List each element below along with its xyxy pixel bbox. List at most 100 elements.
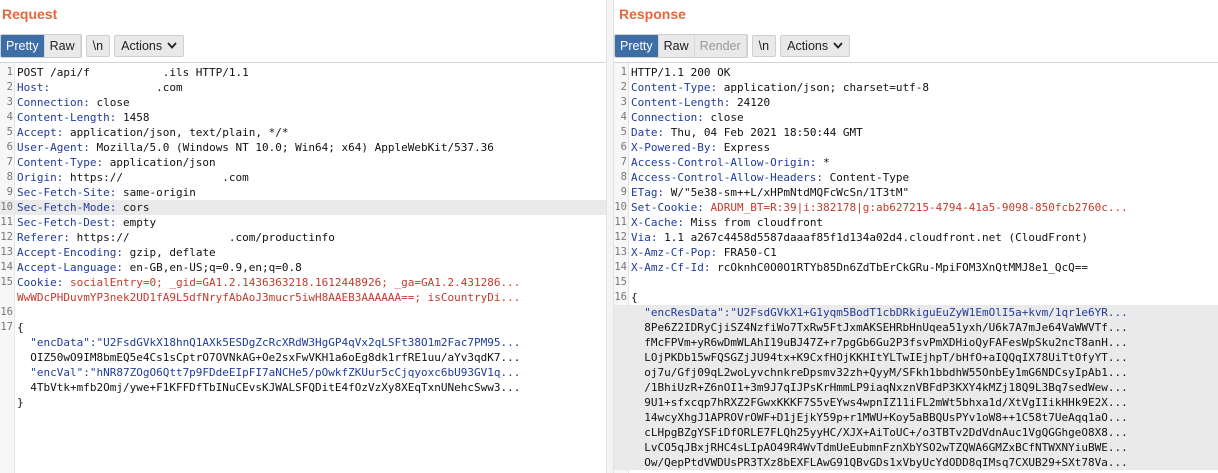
tab-raw[interactable]: Raw [44,35,81,57]
line-number: 4 [620,111,627,123]
code-line: 8 Origin: https:// .com [0,170,606,185]
header-value: 8Pe6Z2IDRyCjiSZ4NzfiWo7TxRw5FtJxmAKSEHRb… [631,321,1128,334]
code-text: /1BhiUzR+Z6nOI1+3m9J7qIJPsKrHmmLP9iaqNxz… [631,380,1127,395]
code-line: 11 X-Cache: Miss from cloudfront [614,215,1218,230]
code-text: 8Pe6Z2IDRyCjiSZ4NzfiWo7TxRw5FtJxmAKSEHRb… [631,320,1128,335]
line-number: 16 [0,306,13,318]
header-name: Access-Control-Allow-Origin: [631,156,817,169]
header-name: Access-Control-Allow-Headers: [631,171,824,184]
code-text: Sec-Fetch-Mode: cors [17,200,149,215]
tab-raw[interactable]: Raw [658,35,695,57]
header-name: Accept-Language: [17,261,123,274]
line-number: 10 [614,201,627,213]
code-text: { [631,290,638,305]
line-number: 11 [0,216,13,228]
header-value: WwWDcPHDuvmYP3nek2UD1fA9L5dfNryfAbAoJ3mu… [17,291,521,304]
request-newline-button[interactable]: \n [85,35,111,57]
code-line: "encResData":"U2FsdGVkX1+G1yqm5BodT1cbDR… [614,305,1218,320]
code-text: oj7u/Gfj09qL2woLyvchnkreDpsmv32zh+QyyM/S… [631,365,1127,380]
header-value: { [17,321,24,334]
code-line: 6 User-Agent: Mozilla/5.0 (Windows NT 10.… [0,140,606,155]
code-text: Cookie: socialEntry=0; _gid=GA1.2.143636… [17,275,520,290]
header-value: ADRUM_BT=R:39|i:382178|g:ab627215-4794-4… [703,201,1128,214]
header-name: Content-Length: [17,111,117,124]
header-value: Content-Type [823,171,910,184]
code-line: 4TbVtk+mfb2Omj/ywe+F1KFFDfTbINuCEvsKJWAL… [0,380,606,395]
code-line: 2 Host: .com [0,80,606,95]
code-text: POST /api/f .ils HTTP/1.1 [17,65,249,80]
line-number: 16 [614,291,627,303]
line-number: 10 [0,201,13,213]
response-newline-button[interactable]: \n [751,35,777,57]
code-line: cLHpgBZgYSFiDfORLE7FLQh25yyHC/XJX+AiToUC… [614,425,1218,440]
line-number: 11 [614,216,627,228]
tab-pretty[interactable]: Pretty [615,35,659,57]
code-line: 5 Accept: application/json, text/plain, *… [0,125,606,140]
code-line: LvCO5qJBxjRHC4sLIpAO49R4WvTdmUeEubmnFznX… [614,440,1218,455]
line-number: 8 [620,171,627,183]
code-line: 16 [0,305,606,320]
line-number: 6 [6,141,13,153]
line-number: 12 [614,231,627,243]
code-line: 17 { [0,320,606,335]
header-value: Thu, 04 Feb 2021 18:50:44 GMT [664,126,863,139]
header-name: Cookie: [17,276,64,289]
code-line: 9 ETag: W/"5e38-sm++L/xHPmNtdMQFcWcSn/1T3… [614,185,1218,200]
code-text: Host: .com [17,80,183,95]
header-name: Referer: [17,231,70,244]
response-actions-button[interactable]: Actions [780,35,851,57]
tab-render[interactable]: Render [694,35,747,57]
header-value: empty [116,216,157,229]
line-number: 7 [620,156,627,168]
code-line: 11 Sec-Fetch-Dest: empty [0,215,606,230]
header-value: W/"5e38-sm++L/xHPmNtdMQFcWcSn/1T3tM" [664,186,910,199]
header-value: 14wcyXhgJ1APROVrOWF+D1jEjkY59p+r1MWU+Koy… [631,411,1128,424]
code-text: { [17,320,24,335]
code-line: 5 Date: Thu, 04 Feb 2021 18:50:44 GMT [614,125,1218,140]
code-text: 9U1+sfxcqp7hRXZ2FGwxKKKF7S5vEYws4wpnIZ11… [631,395,1127,410]
request-newline-label: \n [92,39,104,53]
request-view-tabs: Pretty Raw [0,34,82,58]
line-number: 8 [6,171,13,183]
line-number: 6 [620,141,627,153]
code-line: "encVal":"hNR87ZOgO6Qtt7p9FDdeEIpFI7aNCH… [0,365,606,380]
header-value: .com [50,81,183,94]
request-toolbar: Pretty Raw \n Actions [0,34,188,58]
header-value: OIZ50wO9IM8bmEQ5e4Cs1sCptrO7OVNkAG+Oe2sx… [17,351,521,364]
request-actions-button[interactable]: Actions [114,35,185,57]
code-text: X-Amz-Cf-Pop: FRA50-C1 [631,245,777,260]
line-number: 2 [620,81,627,93]
line-number: 3 [6,96,13,108]
request-editor[interactable]: 1 POST /api/f .ils HTTP/1.1 2 Host: .com 3 Co… [0,62,606,473]
code-text: Accept: application/json, text/plain, */… [17,125,289,140]
response-panel: Response Pretty Raw Render \n Actions 1 HTT… [614,0,1218,473]
chevron-down-icon [833,36,843,56]
code-line: 9 Sec-Fetch-Site: same-origin [0,185,606,200]
header-value: cLHpgBZgYSFiDfORLE7FLQh25yyHC/XJX+AiToUC… [631,426,1128,439]
code-text: User-Agent: Mozilla/5.0 (Windows NT 10.0… [17,140,494,155]
header-value: LvCO5qJBxjRHC4sLIpAO49R4WvTdmUeEubmnFznX… [631,441,1128,454]
header-name: Connection: [631,111,704,124]
header-name: Accept-Encoding: [17,246,123,259]
code-line: 1 HTTP/1.1 200 OK [614,65,1218,80]
code-line: 14 Accept-Language: en-GB,en-US;q=0.9,en;… [0,260,606,275]
line-number: 5 [620,126,627,138]
tab-pretty[interactable]: Pretty [1,35,45,57]
code-line: "encData":"U2FsdGVkX18hnQ1AXk5ESDgZcRcXR… [0,335,606,350]
response-editor[interactable]: 1 HTTP/1.1 200 OK 2 Content-Type: applicati… [614,62,1218,473]
code-text: } [17,395,24,410]
header-name: X-Powered-By: [631,141,718,154]
code-line: 15 Cookie: socialEntry=0; _gid=GA1.2.1436… [0,275,606,290]
header-name: Sec-Fetch-Mode: [17,201,117,214]
code-text: OIZ50wO9IM8bmEQ5e4Cs1sCptrO7OVNkAG+Oe2sx… [17,350,520,365]
code-line: OIZ50wO9IM8bmEQ5e4Cs1sCptrO7OVNkAG+Oe2sx… [0,350,606,365]
request-panel: Request Pretty Raw \n Actions 1 POST /api/… [0,0,606,473]
response-toolbar: Pretty Raw Render \n Actions [614,34,854,58]
code-line: 7 Content-Type: application/json [0,155,606,170]
header-name: Origin: [17,171,64,184]
panel-divider[interactable] [606,0,614,473]
request-title: Request [2,6,58,22]
header-value: 1458 [116,111,150,124]
response-actions-label: Actions [787,39,829,53]
line-number: 3 [620,96,627,108]
